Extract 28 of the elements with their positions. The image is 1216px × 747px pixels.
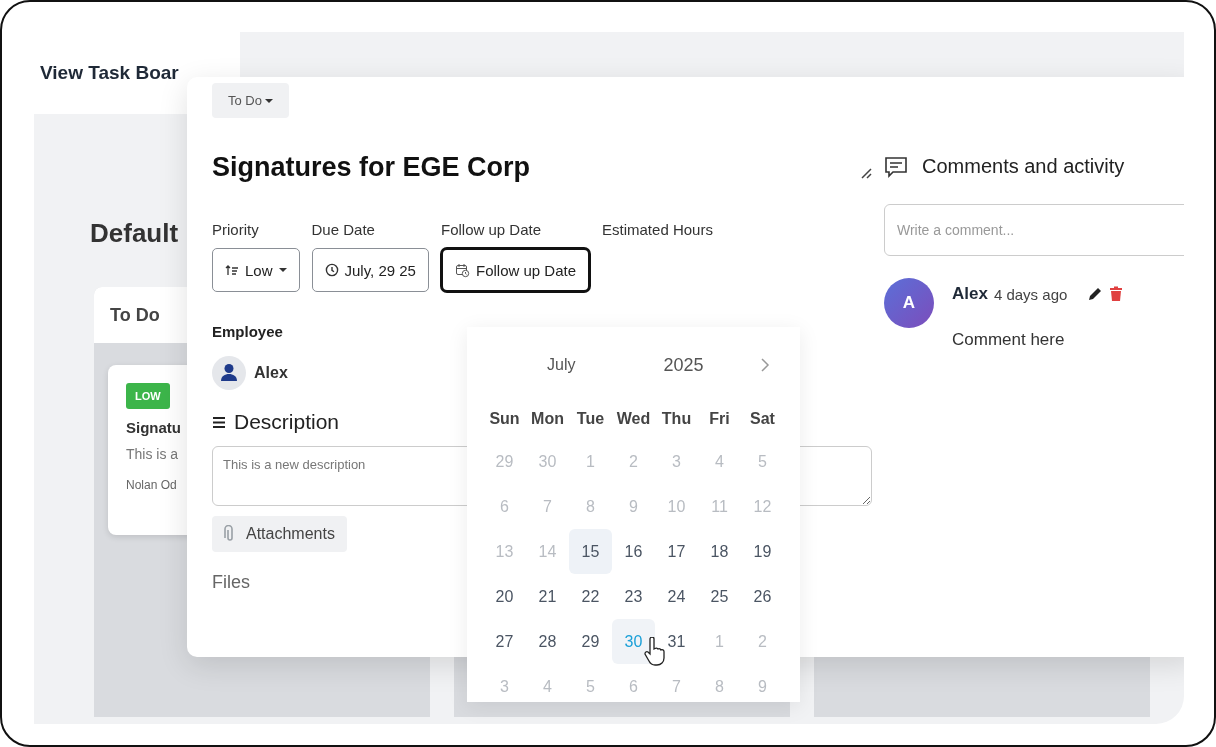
avatar: A bbox=[884, 278, 934, 328]
field-label: Priority bbox=[212, 221, 260, 238]
weekday-label: Fri bbox=[708, 409, 731, 429]
employee-label: Employee bbox=[212, 323, 283, 340]
card-description: This is a bbox=[126, 446, 179, 462]
comment-time: 4 days ago bbox=[993, 285, 1068, 303]
board-title: View Task Boar bbox=[40, 62, 179, 84]
weekday-label: Tue bbox=[575, 409, 606, 429]
field-label: Follow up Date bbox=[440, 221, 543, 238]
weekday-label: Wed bbox=[615, 409, 652, 429]
column-title: To Do bbox=[110, 304, 160, 326]
weekday-label: Sat bbox=[749, 409, 776, 429]
comment-author: Alex bbox=[952, 284, 988, 304]
field-label: Due Date bbox=[311, 221, 376, 238]
card-title: Signatu bbox=[126, 419, 181, 436]
field-label: Estimated Hours bbox=[602, 221, 713, 238]
priority-badge: LOW bbox=[126, 383, 170, 409]
weekday-label: Thu bbox=[660, 409, 693, 429]
comments-title: Comments and activity bbox=[922, 155, 1125, 178]
weekday-label: Sun bbox=[488, 409, 521, 429]
description-label: Description bbox=[234, 410, 340, 434]
employee-name: Alex bbox=[254, 364, 288, 382]
task-title: Signatures for EGE Corp bbox=[212, 152, 531, 183]
board-heading: Default bbox=[90, 218, 179, 249]
card-assignee: Nolan Od bbox=[126, 478, 177, 492]
comment-text: Comment here bbox=[952, 330, 1066, 350]
weekday-label: Mon bbox=[530, 409, 565, 429]
files-label: Files bbox=[212, 572, 250, 593]
